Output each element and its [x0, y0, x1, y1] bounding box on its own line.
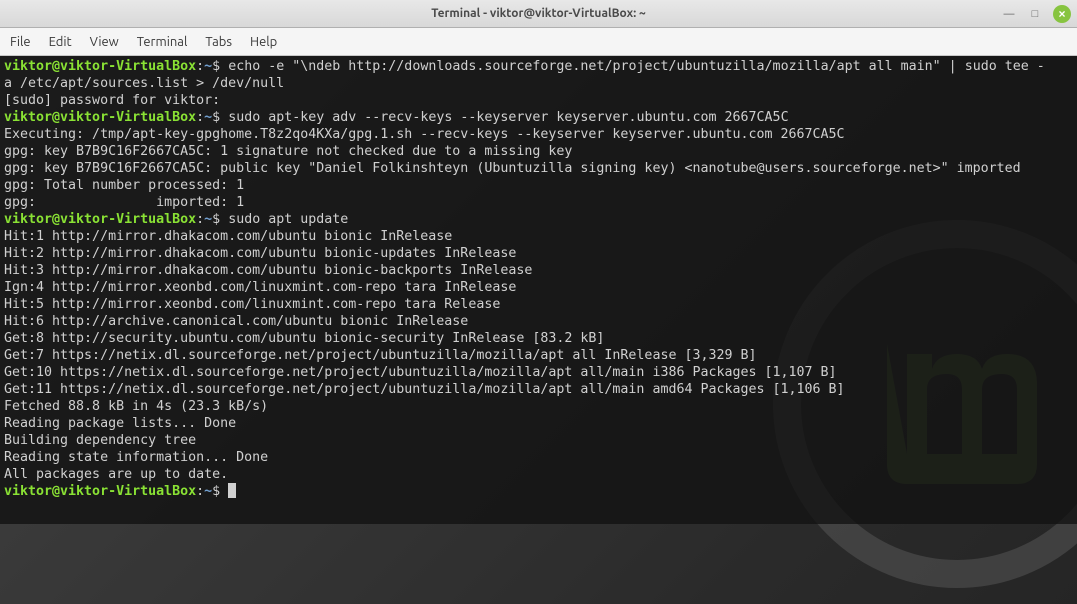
prompt-symbol: $ [212, 484, 220, 499]
output-line: Hit:3 http://mirror.dhakacom.com/ubuntu … [4, 263, 532, 278]
output-line: Reading state information... Done [4, 450, 268, 465]
output-line: Hit:6 http://archive.canonical.com/ubunt… [4, 314, 468, 329]
output-line: Hit:1 http://mirror.dhakacom.com/ubuntu … [4, 229, 452, 244]
menu-tabs[interactable]: Tabs [205, 35, 232, 49]
output-line: All packages are up to date. [4, 467, 228, 482]
output-line: Building dependency tree [4, 433, 196, 448]
output-line: gpg: imported: 1 [4, 195, 244, 210]
prompt-sep: : [196, 59, 204, 74]
command-text-cont: a /etc/apt/sources.list > /dev/null [4, 76, 284, 91]
menu-edit[interactable]: Edit [49, 35, 72, 49]
close-button[interactable]: × [1053, 5, 1071, 23]
output-line: Hit:5 http://mirror.xeonbd.com/linuxmint… [4, 297, 500, 312]
output-line: Reading package lists... Done [4, 416, 236, 431]
prompt-userhost: viktor@viktor-VirtualBox [4, 110, 196, 125]
menubar: File Edit View Terminal Tabs Help [0, 28, 1077, 56]
output-line: gpg: Total number processed: 1 [4, 178, 244, 193]
prompt-symbol: $ [212, 110, 220, 125]
prompt-path: ~ [204, 212, 212, 227]
output-line: Get:10 https://netix.dl.sourceforge.net/… [4, 365, 837, 380]
maximize-button[interactable]: □ [1027, 6, 1043, 22]
output-line: Get:7 https://netix.dl.sourceforge.net/p… [4, 348, 757, 363]
menu-terminal[interactable]: Terminal [137, 35, 188, 49]
output-line: Hit:2 http://mirror.dhakacom.com/ubuntu … [4, 246, 516, 261]
prompt-path: ~ [204, 484, 212, 499]
prompt-symbol: $ [212, 212, 220, 227]
window-title: Terminal - viktor@viktor-VirtualBox: ~ [431, 7, 646, 20]
prompt-userhost: viktor@viktor-VirtualBox [4, 212, 196, 227]
prompt-sep: : [196, 484, 204, 499]
output-line: [sudo] password for viktor: [4, 93, 220, 108]
terminal-window: Terminal - viktor@viktor-VirtualBox: ~ —… [0, 0, 1077, 524]
window-controls: — □ × [1001, 5, 1071, 23]
titlebar[interactable]: Terminal - viktor@viktor-VirtualBox: ~ —… [0, 0, 1077, 28]
output-line: Fetched 88.8 kB in 4s (23.3 kB/s) [4, 399, 268, 414]
output-line: Get:8 http://security.ubuntu.com/ubuntu … [4, 331, 604, 346]
prompt-userhost: viktor@viktor-VirtualBox [4, 484, 196, 499]
menu-help[interactable]: Help [250, 35, 277, 49]
prompt-path: ~ [204, 59, 212, 74]
prompt-path: ~ [204, 110, 212, 125]
output-line: gpg: key B7B9C16F2667CA5C: public key "D… [4, 161, 1021, 176]
prompt-userhost: viktor@viktor-VirtualBox [4, 59, 196, 74]
output-line: Ign:4 http://mirror.xeonbd.com/linuxmint… [4, 280, 516, 295]
cursor-icon [228, 483, 236, 498]
menu-view[interactable]: View [90, 35, 119, 49]
command-text: sudo apt update [220, 212, 348, 227]
output-line: Executing: /tmp/apt-key-gpghome.T8z2qo4K… [4, 127, 845, 142]
output-line: Get:11 https://netix.dl.sourceforge.net/… [4, 382, 845, 397]
menu-file[interactable]: File [10, 35, 31, 49]
command-text: echo -e "\ndeb http://downloads.sourcefo… [220, 59, 1045, 74]
prompt-sep: : [196, 212, 204, 227]
command-text: sudo apt-key adv --recv-keys --keyserver… [220, 110, 788, 125]
minimize-button[interactable]: — [1001, 6, 1017, 22]
output-line: gpg: key B7B9C16F2667CA5C: 1 signature n… [4, 144, 572, 159]
terminal-content[interactable]: viktor@viktor-VirtualBox:~$ echo -e "\nd… [0, 56, 1077, 524]
prompt-sep: : [196, 110, 204, 125]
prompt-symbol: $ [212, 59, 220, 74]
